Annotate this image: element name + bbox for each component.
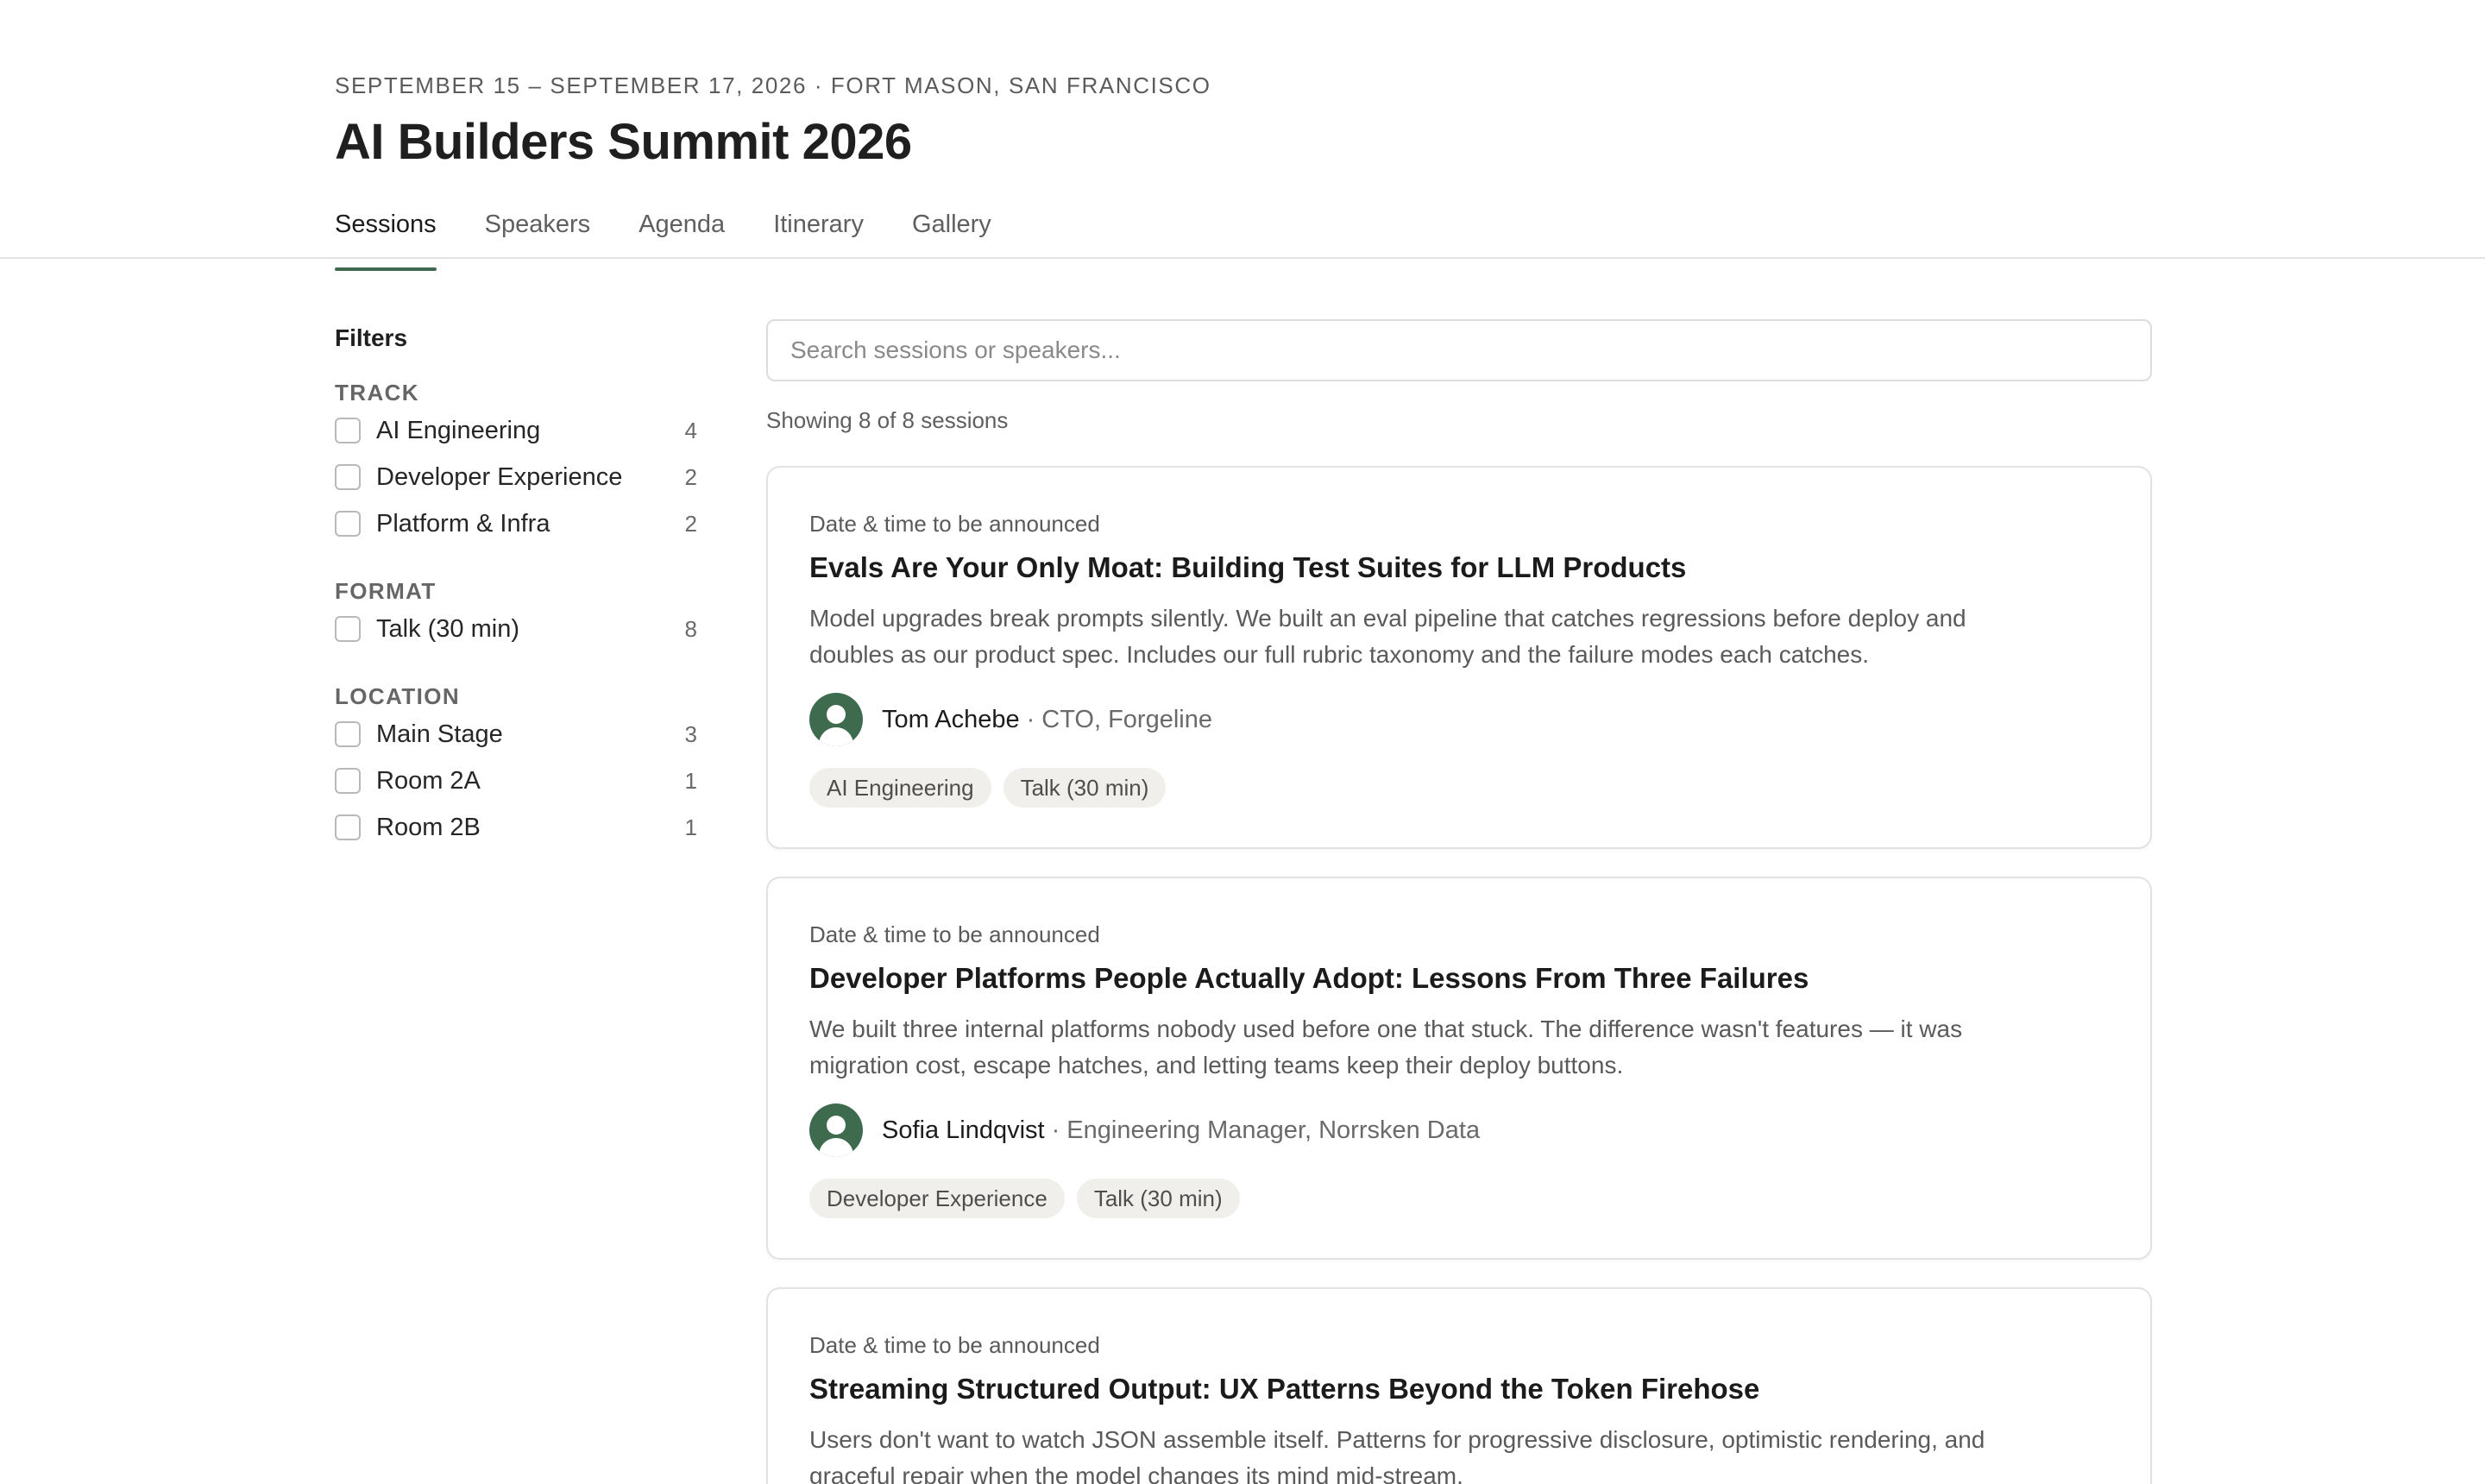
tag-format: Talk (30 min) [1076, 1179, 1240, 1218]
checkbox[interactable] [335, 418, 361, 443]
filter-group-label: TRACK [335, 380, 419, 406]
session-description: We built three internal platforms nobody… [809, 1016, 1963, 1078]
search-input[interactable] [766, 319, 2152, 381]
session-datetime: Date & time to be announced [809, 1332, 1100, 1358]
filter-option-count: 2 [684, 463, 697, 490]
tag-format: Talk (30 min) [1003, 768, 1167, 808]
session-tags: AI Engineering Talk (30 min) [809, 768, 2109, 808]
session-title[interactable]: Developer Platforms People Actually Adop… [809, 959, 2109, 997]
session-speaker[interactable]: Sofia Lindqvist · Engineering Manager, N… [809, 1103, 2109, 1158]
session-card[interactable]: Date & time to be announced Developer Pl… [766, 877, 2152, 1260]
filter-option-count: 1 [684, 814, 697, 840]
event-title: AI Builders Summit 2026 [335, 114, 912, 170]
filter-group-location: LOCATION Main Stage 3 Room 2A 1 Room 2B … [335, 682, 697, 851]
filter-option-label: Main Stage [376, 720, 503, 748]
filter-option-count: 4 [684, 417, 697, 443]
tab-sessions[interactable]: Sessions [335, 207, 437, 271]
session-tags: Developer Experience Talk (30 min) [809, 1179, 2109, 1218]
filter-option-label: AI Engineering [376, 416, 541, 444]
sessions-main: Showing 8 of 8 sessions Date & time to b… [766, 259, 2152, 1484]
filter-option-count: 8 [684, 615, 697, 642]
tab-bar: Sessions Speakers Agenda Itinerary Galle… [335, 207, 2485, 271]
filter-group-label: LOCATION [335, 683, 461, 709]
session-datetime: Date & time to be announced [809, 511, 1100, 537]
filter-option-count: 1 [684, 767, 697, 794]
speaker-name: Sofia Lindqvist [882, 1116, 1045, 1144]
event-header: SEPTEMBER 15 – SEPTEMBER 17, 2026 · FORT… [0, 0, 2485, 271]
filter-option-count: 3 [684, 720, 697, 747]
filter-option-main-stage[interactable]: Main Stage 3 [335, 711, 697, 758]
filter-option-ai-engineering[interactable]: AI Engineering 4 [335, 407, 697, 454]
filter-option-count: 2 [684, 510, 697, 537]
filter-option-label: Developer Experience [376, 462, 623, 491]
session-title[interactable]: Streaming Structured Output: UX Patterns… [809, 1370, 2109, 1408]
tag-track: AI Engineering [809, 768, 991, 808]
checkbox[interactable] [335, 814, 361, 840]
tab-gallery[interactable]: Gallery [912, 207, 991, 257]
checkbox[interactable] [335, 464, 361, 490]
filter-option-label: Talk (30 min) [376, 614, 519, 643]
speaker-role: CTO, Forgeline [1041, 705, 1212, 733]
filter-group-track: TRACK AI Engineering 4 Developer Experie… [335, 378, 697, 547]
person-icon [827, 705, 846, 724]
checkbox[interactable] [335, 721, 361, 747]
tab-itinerary[interactable]: Itinerary [773, 207, 864, 257]
tag-track: Developer Experience [809, 1179, 1065, 1218]
filter-option-label: Room 2A [376, 766, 481, 795]
session-description: Users don't want to watch JSON assemble … [809, 1426, 1985, 1484]
speaker-separator: · [1051, 1116, 1060, 1144]
filter-option-label: Room 2B [376, 813, 481, 841]
session-description: Model upgrades break prompts silently. W… [809, 605, 1966, 668]
filter-group-format: FORMAT Talk (30 min) 8 [335, 576, 697, 652]
tab-speakers[interactable]: Speakers [485, 207, 591, 257]
filter-option-platform-infra[interactable]: Platform & Infra 2 [335, 500, 697, 547]
filters-title: Filters [335, 324, 408, 351]
filter-option-developer-experience[interactable]: Developer Experience 2 [335, 454, 697, 500]
session-title[interactable]: Evals Are Your Only Moat: Building Test … [809, 549, 2109, 587]
avatar [809, 1104, 863, 1157]
speaker-separator: · [1026, 705, 1035, 733]
checkbox[interactable] [335, 511, 361, 537]
filter-option-room-2a[interactable]: Room 2A 1 [335, 758, 697, 804]
person-icon-body [819, 1138, 853, 1157]
session-datetime: Date & time to be announced [809, 921, 1100, 947]
filters-sidebar: Filters TRACK AI Engineering 4 Developer… [335, 259, 697, 1484]
tab-agenda[interactable]: Agenda [639, 207, 725, 257]
avatar [809, 693, 863, 746]
filter-option-room-2b[interactable]: Room 2B 1 [335, 804, 697, 851]
speaker-name: Tom Achebe [882, 705, 1020, 733]
checkbox[interactable] [335, 616, 361, 642]
results-count: Showing 8 of 8 sessions [766, 407, 1009, 433]
session-card[interactable]: Date & time to be announced Streaming St… [766, 1287, 2152, 1484]
person-icon [827, 1116, 846, 1135]
session-card[interactable]: Date & time to be announced Evals Are Yo… [766, 466, 2152, 849]
person-icon-body [819, 727, 853, 746]
filter-option-label: Platform & Infra [376, 509, 550, 538]
speaker-role: Engineering Manager, Norrsken Data [1066, 1116, 1481, 1144]
session-speaker[interactable]: Tom Achebe · CTO, Forgeline [809, 692, 2109, 747]
filter-option-talk-30-min[interactable]: Talk (30 min) 8 [335, 606, 697, 652]
filter-group-label: FORMAT [335, 578, 437, 604]
event-date-location: SEPTEMBER 15 – SEPTEMBER 17, 2026 · FORT… [335, 72, 1211, 98]
checkbox[interactable] [335, 768, 361, 794]
